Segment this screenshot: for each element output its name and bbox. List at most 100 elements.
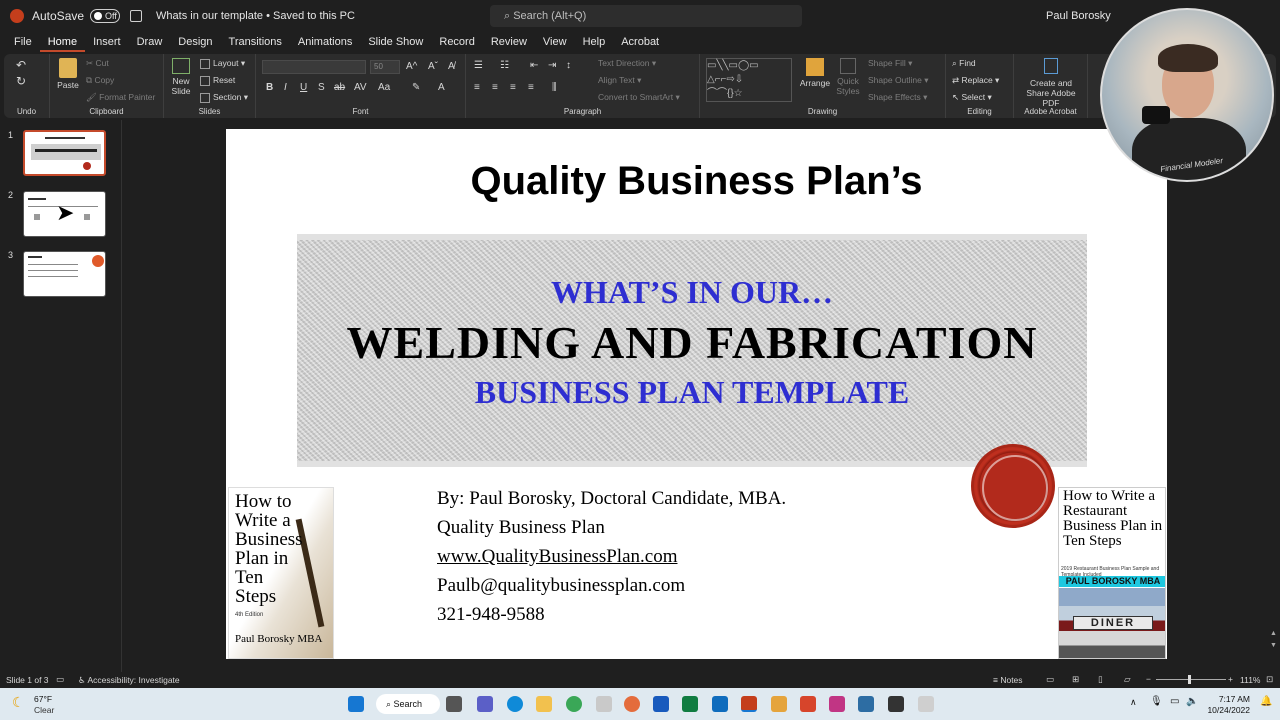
highlight-icon[interactable]: ✎ (412, 82, 420, 93)
font-size-select[interactable]: 50 (370, 60, 400, 74)
byline[interactable]: By: Paul Borosky, Doctoral Candidate, MB… (437, 488, 786, 510)
phone-text[interactable]: 321-948-9588 (437, 604, 545, 626)
font-name-select[interactable] (262, 60, 366, 74)
powerpoint-icon[interactable] (741, 696, 757, 712)
clear-format-icon[interactable]: A̸ (448, 61, 455, 72)
smartsheet-icon[interactable] (800, 696, 816, 712)
shrink-font-icon[interactable]: Aˇ (428, 61, 438, 72)
slideshow-view-icon[interactable]: ▱ (1124, 674, 1131, 685)
undo-icon[interactable]: ↶ (16, 58, 26, 72)
title-banner[interactable]: WHAT’S IN OUR… WELDING AND FABRICATION B… (297, 234, 1087, 467)
cut-button[interactable]: ✂ Cut (86, 58, 109, 69)
tab-transitions[interactable]: Transitions (221, 32, 290, 52)
user-name[interactable]: Paul Borosky (1046, 0, 1111, 32)
file-explorer-icon[interactable] (536, 696, 552, 712)
reading-view-icon[interactable]: ▯ (1098, 674, 1103, 685)
tab-slide-show[interactable]: Slide Show (360, 32, 431, 52)
chevron-up-icon[interactable]: ∧ (1130, 697, 1137, 708)
columns-icon[interactable]: ⫼ (552, 82, 557, 93)
tab-view[interactable]: View (535, 32, 575, 52)
shapes-gallery[interactable]: ▭╲╲▭◯▭ △⌐⌐⇨⇩ ⌒⌒{}☆ (706, 58, 792, 102)
zoom-slider-thumb[interactable] (1188, 675, 1191, 684)
instagram-icon[interactable] (829, 696, 845, 712)
search-input[interactable]: ⌕ Search (Alt+Q) (490, 5, 802, 27)
tab-draw[interactable]: Draw (129, 32, 171, 52)
tab-review[interactable]: Review (483, 32, 535, 52)
character-spacing-icon[interactable]: AV (354, 82, 367, 93)
arrange-button[interactable]: Arrange (798, 58, 832, 88)
chrome-icon[interactable] (566, 696, 582, 712)
vertical-scrollbar[interactable]: ▲ ▼ (1268, 130, 1277, 660)
network-icon[interactable]: ▭ (1170, 696, 1179, 707)
convert-smartart-button[interactable]: Convert to SmartArt ▾ (598, 92, 680, 103)
shape-effects-button[interactable]: Shape Effects ▾ (868, 92, 927, 103)
slide-thumbnail-2[interactable]: ➤ (23, 191, 106, 237)
spellcheck-icon[interactable]: ▭ (56, 674, 64, 685)
scroll-up-icon[interactable]: ▲ (1270, 630, 1277, 637)
new-slide-button[interactable]: New Slide (166, 58, 196, 96)
redo-icon[interactable]: ↻ (16, 74, 26, 88)
decrease-indent-icon[interactable]: ⇤ (530, 60, 538, 71)
change-case-icon[interactable]: Aa (378, 82, 390, 93)
justify-icon[interactable]: ≡ (528, 82, 534, 93)
photos-icon[interactable] (858, 696, 874, 712)
align-right-icon[interactable]: ≡ (510, 82, 516, 93)
bold-icon[interactable]: B (266, 82, 273, 93)
align-left-icon[interactable]: ≡ (474, 82, 480, 93)
create-share-pdf-button[interactable]: Create and Share Adobe PDF (1018, 58, 1084, 108)
website-link[interactable]: www.QualityBusinessPlan.com (437, 546, 677, 568)
save-icon[interactable] (130, 10, 143, 22)
windows-start-icon[interactable] (348, 696, 364, 712)
numbering-icon[interactable]: ☷ (500, 60, 509, 71)
underline-icon[interactable]: U (300, 82, 307, 93)
notification-bell-icon[interactable]: 🔔 (1260, 696, 1272, 707)
volume-icon[interactable]: 🔈 (1186, 696, 1198, 707)
autosave-toggle[interactable]: Off (90, 9, 121, 23)
copy-button[interactable]: ⧉ Copy (86, 75, 114, 86)
zoom-slider[interactable] (1156, 679, 1226, 680)
strikethrough-icon[interactable]: ab (334, 82, 345, 93)
align-center-icon[interactable]: ≡ (492, 82, 498, 93)
notes-app-icon[interactable] (888, 696, 904, 712)
bullets-icon[interactable]: ☰ (474, 60, 483, 71)
excel-icon[interactable] (682, 696, 698, 712)
section-button[interactable]: Section ▾ (200, 92, 248, 103)
tab-animations[interactable]: Animations (290, 32, 360, 52)
shape-outline-button[interactable]: Shape Outline ▾ (868, 75, 929, 86)
zoom-in-icon[interactable]: + (1228, 674, 1233, 684)
italic-icon[interactable]: I (284, 82, 287, 93)
taskbar-search-button[interactable]: ⌕ Search (376, 694, 440, 714)
text-direction-button[interactable]: Text Direction ▾ (598, 58, 656, 69)
grow-font-icon[interactable]: A^ (406, 61, 417, 72)
book-cover-right[interactable]: How to Write a Restaurant Business Plan … (1058, 487, 1166, 659)
scroll-down-icon[interactable]: ▼ (1270, 642, 1277, 649)
shape-fill-button[interactable]: Shape Fill ▾ (868, 58, 912, 69)
red-seal-icon[interactable] (971, 444, 1055, 528)
slide-thumbnail-1[interactable] (23, 130, 106, 176)
fit-slide-icon[interactable]: ⊡ (1266, 674, 1273, 685)
pinned-app-icon[interactable] (918, 696, 934, 712)
paste-button[interactable]: Paste (54, 58, 82, 90)
layout-button[interactable]: Layout ▾ (200, 58, 245, 69)
shadow-icon[interactable]: S (318, 82, 325, 93)
slide-thumbnail-3[interactable] (23, 251, 106, 297)
weather-temp[interactable]: 67°F (34, 694, 52, 704)
tab-home[interactable]: Home (39, 32, 86, 52)
quick-styles-button[interactable]: Quick Styles (834, 58, 862, 96)
font-color-icon[interactable]: A (438, 82, 445, 93)
slide-sorter-icon[interactable]: ⊞ (1072, 674, 1079, 685)
replace-button[interactable]: ⇄ Replace ▾ (952, 75, 999, 86)
zoom-out-icon[interactable]: − (1146, 674, 1151, 684)
tab-file[interactable]: File (6, 32, 40, 52)
notes-button[interactable]: ≡ Notes (993, 675, 1023, 685)
snipping-tool-icon[interactable] (771, 696, 787, 712)
slide[interactable]: Quality Business Plan’s WHAT’S IN OUR… W… (226, 129, 1167, 659)
format-painter-button[interactable]: 🖌 Format Painter (86, 92, 155, 103)
word-icon[interactable] (653, 696, 669, 712)
tab-acrobat[interactable]: Acrobat (613, 32, 667, 52)
increase-indent-icon[interactable]: ⇥ (548, 60, 556, 71)
tab-record[interactable]: Record (431, 32, 482, 52)
accessibility-status[interactable]: ♿ Accessibility: Investigate (78, 675, 180, 686)
document-title[interactable]: Whats in our template • Saved to this PC (156, 10, 355, 22)
zoom-level[interactable]: 111% (1240, 675, 1260, 685)
